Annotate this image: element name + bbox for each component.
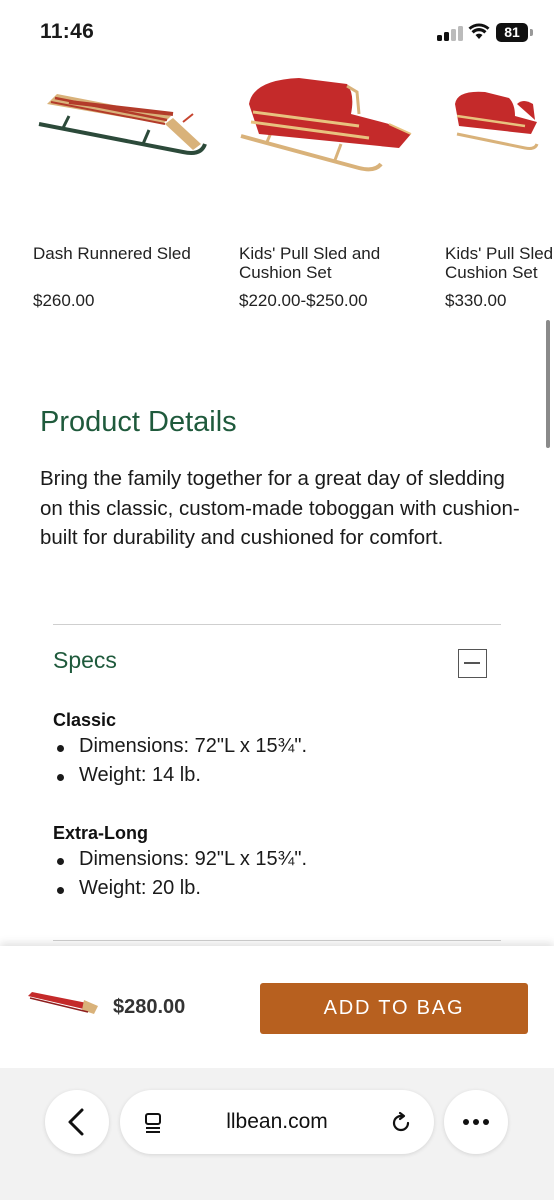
pull-sled-image [455, 91, 539, 150]
product-description: Bring the family together for a great da… [40, 467, 520, 549]
spec-item: Weight: 20 lb. [53, 874, 307, 903]
related-products-carousel[interactable]: Dash Runnered Sled $260.00 Kids' Pull Sl… [0, 64, 554, 324]
product-details-heading: Product Details [40, 406, 237, 438]
product-name[interactable]: Kids' Pull Sled and Cushion Set [239, 244, 429, 282]
divider [53, 624, 501, 625]
status-time: 11:46 [40, 20, 95, 43]
wifi-icon [468, 23, 490, 39]
url-text[interactable]: llbean.com [120, 1110, 434, 1134]
toboggan-thumbnail-image [28, 992, 98, 1014]
product-price: $220.00-$250.00 [239, 291, 368, 310]
battery-indicator: 81 [496, 23, 528, 42]
status-bar: 11:46 81 [0, 0, 554, 64]
more-dots-icon [463, 1119, 489, 1125]
spec-group-title: Classic [53, 710, 117, 730]
spec-group-title: Extra-Long [53, 823, 149, 843]
cellular-signal-icon [437, 25, 463, 41]
spec-item: Dimensions: 92"L x 15¾". [53, 845, 307, 874]
chevron-left-icon [68, 1108, 84, 1136]
back-button[interactable] [45, 1090, 109, 1154]
collapse-minus-icon[interactable] [458, 649, 487, 678]
spec-list: Dimensions: 72"L x 15¾". Weight: 14 lb. [53, 732, 307, 790]
product-name[interactable]: Kids' Pull Sled and Cushion Set [445, 244, 554, 282]
spec-item: Weight: 14 lb. [53, 761, 307, 790]
address-bar[interactable]: llbean.com [120, 1090, 434, 1154]
add-to-bag-button[interactable]: ADD TO BAG [260, 983, 528, 1034]
pull-sled-image [240, 78, 412, 172]
specs-accordion-header[interactable]: Specs [53, 647, 117, 674]
more-options-button[interactable] [444, 1090, 508, 1154]
product-name[interactable]: Dash Runnered Sled [33, 244, 223, 263]
battery-nub-icon [530, 29, 533, 36]
product-price: $260.00 [33, 291, 95, 310]
spec-list: Dimensions: 92"L x 15¾". Weight: 20 lb. [53, 845, 307, 903]
page-scrollbar[interactable] [546, 320, 550, 448]
divider [53, 940, 501, 941]
browser-toolbar: llbean.com [0, 1068, 554, 1200]
spec-item: Dimensions: 72"L x 15¾". [53, 732, 307, 761]
add-to-bag-bar: $280.00 ADD TO BAG [0, 946, 554, 1068]
reload-icon[interactable] [388, 1110, 414, 1136]
selected-price: $280.00 [113, 996, 186, 1018]
product-price: $330.00 [445, 291, 507, 310]
runner-sled-image [38, 94, 207, 155]
